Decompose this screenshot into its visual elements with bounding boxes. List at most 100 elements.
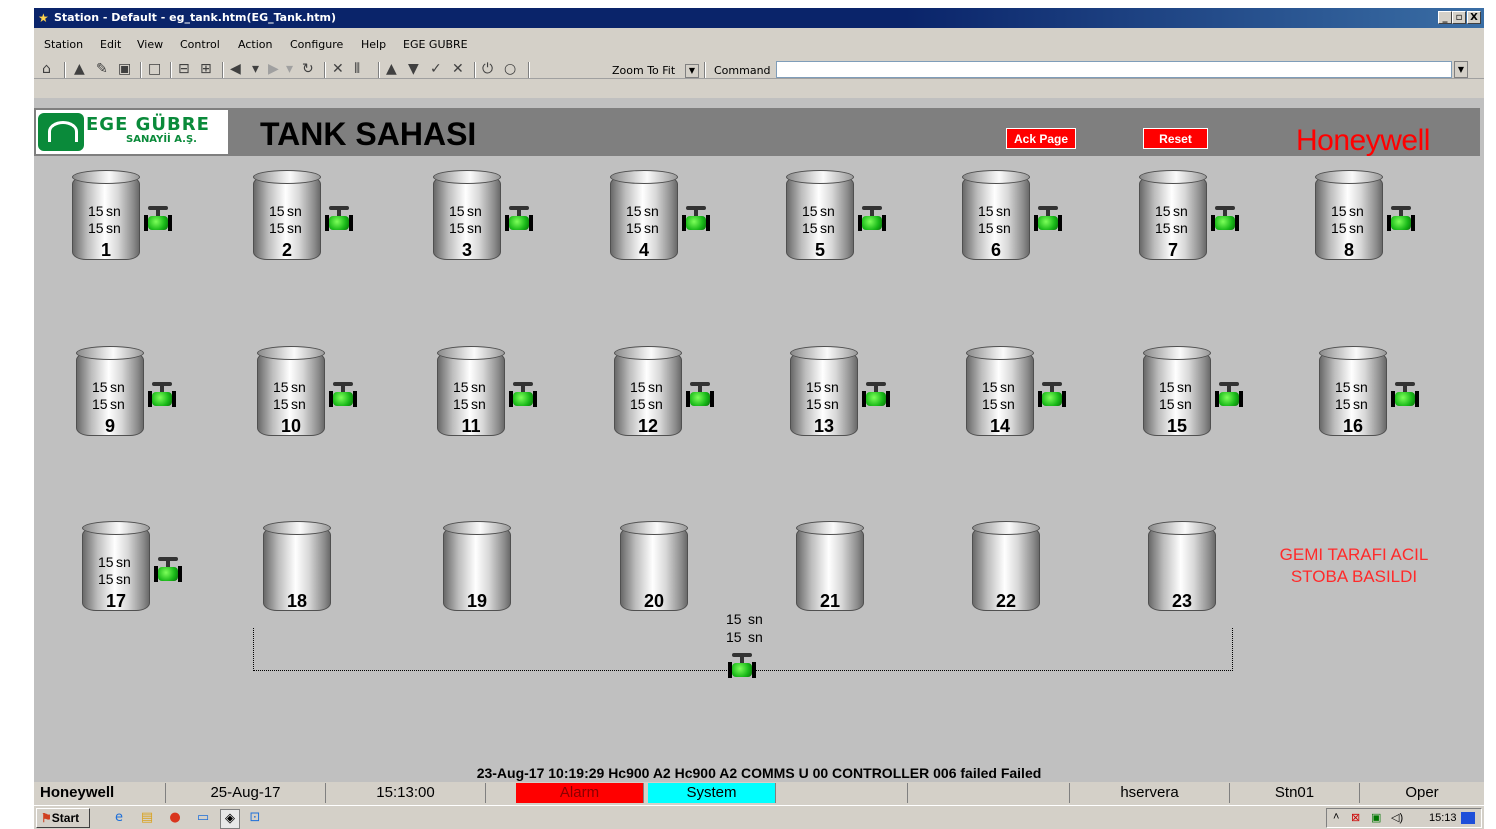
start-button[interactable]: ⚑Start [36, 808, 90, 828]
tank-19[interactable]: 19 [443, 521, 511, 617]
tank-18[interactable]: 18 [263, 521, 331, 617]
tank-5-valve[interactable] [858, 204, 886, 232]
power-icon[interactable]: ⏻ [482, 62, 493, 76]
tank-2-valve[interactable] [325, 204, 353, 232]
reset-button[interactable]: Reset [1143, 128, 1208, 149]
lower-icon[interactable]: ⊟ [178, 62, 190, 76]
tank-12-valve[interactable] [686, 380, 714, 408]
tank-cap [966, 346, 1034, 360]
configuration-icon[interactable]: ⊡ [246, 809, 264, 827]
tank-6-valve[interactable] [1034, 204, 1062, 232]
shared-valve-line1: 15 sn [726, 611, 763, 627]
tank-16[interactable]: 15 sn 15 sn 16 [1319, 346, 1387, 442]
tank-timer-2: 15 sn [88, 220, 121, 236]
tray-clock[interactable]: 15:13 [1429, 812, 1457, 824]
tank-9[interactable]: 15 sn 15 sn 9 [76, 346, 144, 442]
system-status-indicator[interactable]: System [648, 783, 776, 803]
show-desktop-icon[interactable] [1461, 812, 1475, 824]
command-input[interactable] [776, 61, 1452, 78]
tank-4[interactable]: 15 sn 15 sn 4 [610, 170, 678, 266]
tank-3[interactable]: 15 sn 15 sn 3 [433, 170, 501, 266]
window-icon[interactable]: □ [148, 62, 161, 76]
tank-9-valve[interactable] [148, 380, 176, 408]
tank-1-valve[interactable] [144, 204, 172, 232]
tank-23[interactable]: 23 [1148, 521, 1216, 617]
tank-15[interactable]: 15 sn 15 sn 15 [1143, 346, 1211, 442]
valve-flange-right [353, 391, 357, 407]
minimize-button[interactable]: _ [1438, 11, 1452, 24]
forward-icon[interactable]: ▶ [268, 62, 279, 76]
tray-expand-icon[interactable]: ˄ [1333, 811, 1339, 823]
tank-cap [82, 521, 150, 535]
station-task-icon[interactable]: ◈ [220, 809, 240, 829]
tank-5[interactable]: 15 sn 15 sn 5 [786, 170, 854, 266]
shared-valve[interactable] [728, 651, 756, 679]
ie-icon[interactable]: e [110, 809, 128, 827]
tank-21[interactable]: 21 [796, 521, 864, 617]
alarm-silence-icon[interactable]: ✎ [96, 62, 108, 76]
valve-flange-left [858, 215, 862, 231]
alarm-summary-icon[interactable]: ▲ [74, 62, 85, 76]
confirm-icon[interactable]: ✓ [430, 62, 442, 76]
tank-13-valve[interactable] [862, 380, 890, 408]
tank-6[interactable]: 15 sn 15 sn 6 [962, 170, 1030, 266]
tank-14-valve[interactable] [1038, 380, 1066, 408]
tank-13[interactable]: 15 sn 15 sn 13 [790, 346, 858, 442]
tank-7-valve[interactable] [1211, 204, 1239, 232]
valve-flange-left [1391, 391, 1395, 407]
command-dropdown-icon[interactable]: ▼ [1454, 61, 1468, 78]
tank-22[interactable]: 22 [972, 521, 1040, 617]
tank-2[interactable]: 15 sn 15 sn 2 [253, 170, 321, 266]
tank-10[interactable]: 15 sn 15 sn 10 [257, 346, 325, 442]
tank-1[interactable]: 15 sn 15 sn 1 [72, 170, 140, 266]
tank-11-valve[interactable] [509, 380, 537, 408]
title-bar[interactable]: ★ Station - Default - eg_tank.htm(EG_Tan… [34, 8, 1484, 28]
tank-15-valve[interactable] [1215, 380, 1243, 408]
toolbar-separator [324, 62, 326, 78]
trend-icon[interactable]: ✕ [332, 62, 344, 76]
tank-8-valve[interactable] [1387, 204, 1415, 232]
alarm-line2: STOBA BASILDI [1290, 567, 1418, 586]
zoom-dropdown-icon[interactable]: ▼ [685, 64, 699, 78]
folder-icon[interactable]: ▤ [138, 809, 156, 827]
back-icon[interactable]: ◀ [230, 62, 241, 76]
raise-icon[interactable]: ⊞ [200, 62, 212, 76]
tank-8[interactable]: 15 sn 15 sn 8 [1315, 170, 1383, 266]
logo-text-line1: EGE GÜBRE [86, 114, 210, 135]
alarm-message-line[interactable]: 23-Aug-17 10:19:29 Hc900 A2 Hc900 A2 COM… [34, 760, 1484, 782]
lower-setpoint-icon[interactable]: ▼ [408, 62, 419, 76]
refresh-icon[interactable]: ↻ [302, 62, 314, 76]
tank-16-valve[interactable] [1391, 380, 1419, 408]
home-icon[interactable]: ⌂ [42, 62, 51, 76]
network-icon[interactable]: ⊠ [1351, 811, 1360, 824]
valve-body [686, 216, 706, 230]
alarm-status-indicator[interactable]: Alarm [516, 783, 644, 803]
tank-3-valve[interactable] [505, 204, 533, 232]
forward-dropdown-icon[interactable]: ▾ [286, 62, 293, 76]
back-dropdown-icon[interactable]: ▾ [252, 62, 259, 76]
close-button[interactable]: X [1467, 11, 1481, 24]
raise-setpoint-icon[interactable]: ▲ [386, 62, 397, 76]
print-icon[interactable]: ▣ [118, 62, 131, 76]
zoom-select[interactable]: Zoom To Fit [612, 64, 675, 77]
valve-flange-left [1211, 215, 1215, 231]
tank-4-valve[interactable] [682, 204, 710, 232]
tank-7[interactable]: 15 sn 15 sn 7 [1139, 170, 1207, 266]
tank-17[interactable]: 15 sn 15 sn 17 [82, 521, 150, 617]
tank-17-valve[interactable] [154, 555, 182, 583]
search-icon[interactable]: ○ [504, 62, 516, 76]
ack-page-button[interactable]: Ack Page [1006, 128, 1076, 149]
tank-14[interactable]: 15 sn 15 sn 14 [966, 346, 1034, 442]
tank-20[interactable]: 20 [620, 521, 688, 617]
tank-11[interactable]: 15 sn 15 sn 11 [437, 346, 505, 442]
group-icon[interactable]: ⦀ [354, 62, 360, 76]
cancel-icon[interactable]: ✕ [452, 62, 464, 76]
document-icon[interactable]: ▭ [194, 809, 212, 827]
chrome-icon[interactable]: ● [166, 809, 184, 827]
tank-10-valve[interactable] [329, 380, 357, 408]
volume-icon[interactable]: ◁) [1391, 811, 1403, 824]
tank-12[interactable]: 15 sn 15 sn 12 [614, 346, 682, 442]
maximize-button[interactable]: ▫ [1452, 11, 1466, 24]
battery-icon[interactable]: ▣ [1371, 811, 1381, 824]
valve-body [513, 392, 533, 406]
